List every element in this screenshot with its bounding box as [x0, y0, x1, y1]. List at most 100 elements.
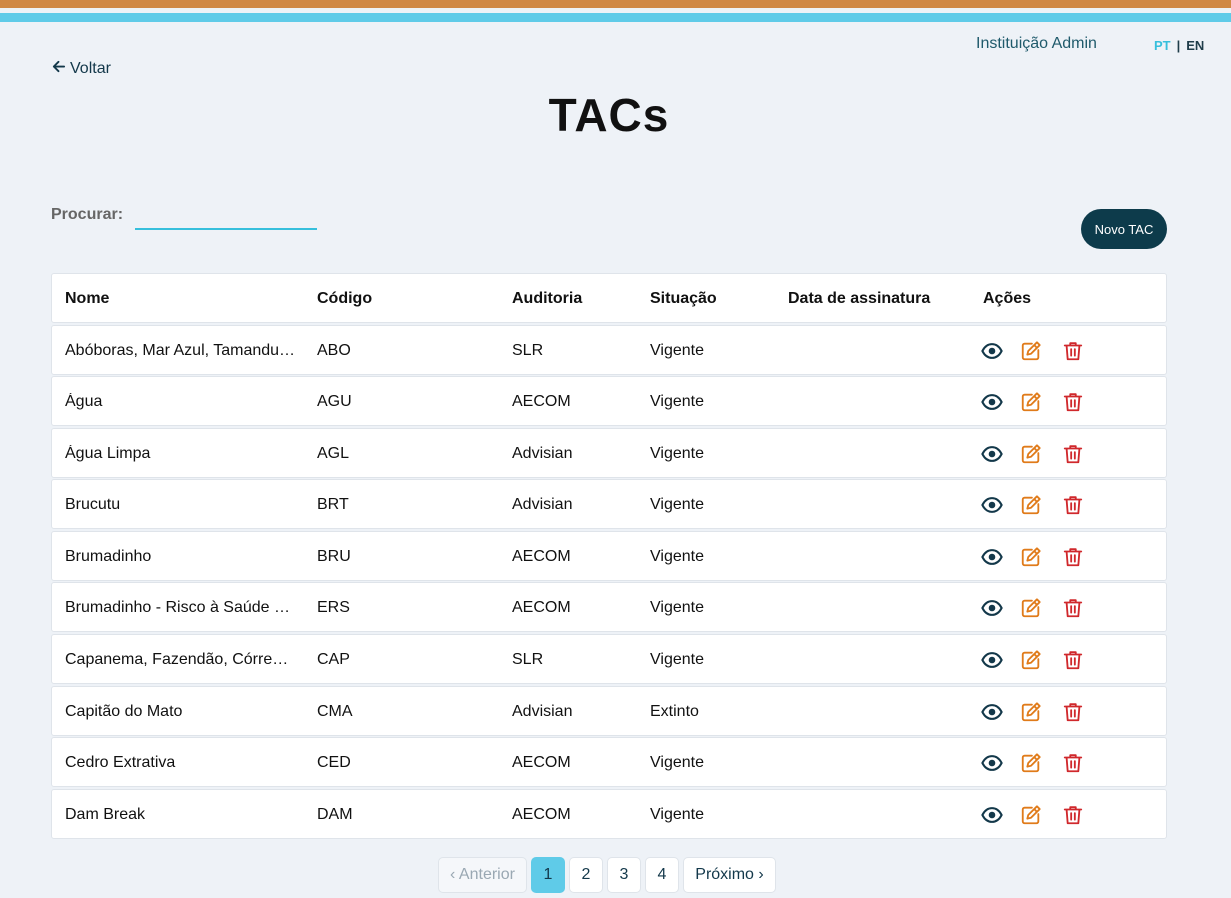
lang-separator: | [1176, 38, 1181, 53]
trash-icon[interactable] [1061, 339, 1085, 363]
col-codigo-cell: DAM [317, 806, 353, 823]
pencil-square-icon[interactable] [1019, 339, 1043, 363]
col-auditoria-cell: Advisian [512, 496, 573, 513]
top-stripe-orange [0, 0, 1231, 8]
header-col-situacao: Situação [650, 290, 717, 307]
pencil-square-icon[interactable] [1019, 596, 1043, 620]
eye-icon[interactable] [980, 339, 1004, 363]
nome-text: Capanema, Fazendão, Córrego do Feijão [65, 651, 297, 668]
eye-icon[interactable] [980, 493, 1004, 517]
col-auditoria-cell: Advisian [512, 445, 573, 462]
back-label: Voltar [70, 60, 111, 77]
lang-pt-link[interactable]: PT [1154, 38, 1171, 53]
table-header: Nome Código Auditoria Situação Data de assin… [51, 273, 1167, 323]
nome-text: Água Limpa [65, 445, 151, 462]
search-input[interactable] [135, 206, 318, 230]
col-nome-cell: Capitão do Mato [65, 687, 297, 737]
pagination-page-3[interactable]: 3 [607, 857, 641, 893]
row-actions [980, 790, 1085, 840]
eye-icon[interactable] [980, 751, 1004, 775]
row-actions [980, 429, 1085, 479]
trash-icon[interactable] [1061, 390, 1085, 414]
table-row: Água Limpa AGL Advisian Vigente [51, 428, 1167, 478]
language-switcher: PT | EN [1154, 38, 1204, 53]
pencil-square-icon[interactable] [1019, 751, 1043, 775]
col-nome-cell: Brumadinho - Risco à Saúde Humana [65, 583, 297, 633]
pagination-next-button[interactable]: Próximo › [683, 857, 776, 893]
col-situacao-cell: Vigente [650, 496, 704, 513]
col-auditoria-cell: AECOM [512, 754, 571, 771]
nome-text: Capitão do Mato [65, 703, 183, 720]
pagination-page-1[interactable]: 1 [531, 857, 565, 893]
col-nome-cell: Brumadinho [65, 532, 297, 582]
trash-icon[interactable] [1061, 442, 1085, 466]
trash-icon[interactable] [1061, 596, 1085, 620]
trash-icon[interactable] [1061, 803, 1085, 827]
back-link[interactable]: Voltar [51, 59, 111, 79]
pagination-prev-button[interactable]: ‹ Anterior [438, 857, 527, 893]
eye-icon[interactable] [980, 700, 1004, 724]
row-actions [980, 326, 1085, 376]
trash-icon[interactable] [1061, 493, 1085, 517]
new-tac-button[interactable]: Novo TAC [1081, 209, 1167, 249]
col-situacao-cell: Vigente [650, 342, 704, 359]
trash-icon[interactable] [1061, 648, 1085, 672]
header-col-data-assinatura: Data de assinatura [788, 290, 931, 307]
pencil-square-icon[interactable] [1019, 442, 1043, 466]
eye-icon[interactable] [980, 596, 1004, 620]
col-nome-cell: Água Limpa [65, 429, 297, 479]
col-auditoria-cell: AECOM [512, 548, 571, 565]
col-nome-cell: Água [65, 377, 297, 427]
eye-icon[interactable] [980, 442, 1004, 466]
nome-text: Brucutu [65, 496, 121, 513]
header-col-codigo: Código [317, 290, 373, 307]
col-situacao-cell: Vigente [650, 651, 704, 668]
col-codigo-cell: ERS [317, 599, 350, 616]
col-situacao-cell: Vigente [650, 806, 704, 823]
col-codigo-cell: CMA [317, 703, 353, 720]
eye-icon[interactable] [980, 545, 1004, 569]
pencil-square-icon[interactable] [1019, 803, 1043, 827]
row-actions [980, 480, 1085, 530]
col-codigo-cell: CAP [317, 651, 350, 668]
col-situacao-cell: Vigente [650, 599, 704, 616]
pencil-square-icon[interactable] [1019, 493, 1043, 517]
col-situacao-cell: Vigente [650, 548, 704, 565]
pencil-square-icon[interactable] [1019, 700, 1043, 724]
table-row: Brucutu BRT Advisian Vigente [51, 479, 1167, 529]
table-row: Brumadinho BRU AECOM Vigente [51, 531, 1167, 581]
eye-icon[interactable] [980, 390, 1004, 414]
col-nome-cell: Capanema, Fazendão, Córrego do Feijão [65, 635, 297, 685]
row-actions [980, 377, 1085, 427]
pencil-square-icon[interactable] [1019, 648, 1043, 672]
pagination-page-4[interactable]: 4 [645, 857, 679, 893]
row-actions [980, 583, 1085, 633]
lang-en-link[interactable]: EN [1186, 38, 1204, 53]
col-auditoria-cell: SLR [512, 651, 544, 668]
col-codigo-cell: CED [317, 754, 351, 771]
trash-icon[interactable] [1061, 545, 1085, 569]
nome-text: Abóboras, Mar Azul, Tamanduá e Capão Xav… [65, 342, 297, 359]
trash-icon[interactable] [1061, 751, 1085, 775]
pencil-square-icon[interactable] [1019, 545, 1043, 569]
col-situacao-cell: Extinto [650, 703, 699, 720]
row-actions [980, 738, 1085, 788]
col-nome-cell: Abóboras, Mar Azul, Tamanduá e Capão Xav… [65, 326, 297, 376]
user-name-link[interactable]: Instituição Admin [976, 35, 1097, 53]
nome-text: Brumadinho - Risco à Saúde Humana [65, 599, 297, 616]
eye-icon[interactable] [980, 803, 1004, 827]
header-col-acoes: Ações [983, 290, 1032, 307]
nome-text: Dam Break [65, 806, 146, 823]
pagination-page-2[interactable]: 2 [569, 857, 603, 893]
table-row: Cedro Extrativa CED AECOM Vigente [51, 737, 1167, 787]
eye-icon[interactable] [980, 648, 1004, 672]
table-row: Abóboras, Mar Azul, Tamanduá e Capão Xav… [51, 325, 1167, 375]
trash-icon[interactable] [1061, 700, 1085, 724]
col-situacao-cell: Vigente [650, 445, 704, 462]
arrow-left-icon [51, 59, 66, 79]
pagination: ‹ Anterior 1 2 3 4 Próximo › [438, 857, 776, 893]
row-actions [980, 635, 1085, 685]
header-col-nome: Nome [65, 290, 110, 307]
pencil-square-icon[interactable] [1019, 390, 1043, 414]
table-row: Água AGU AECOM Vigente [51, 376, 1167, 426]
